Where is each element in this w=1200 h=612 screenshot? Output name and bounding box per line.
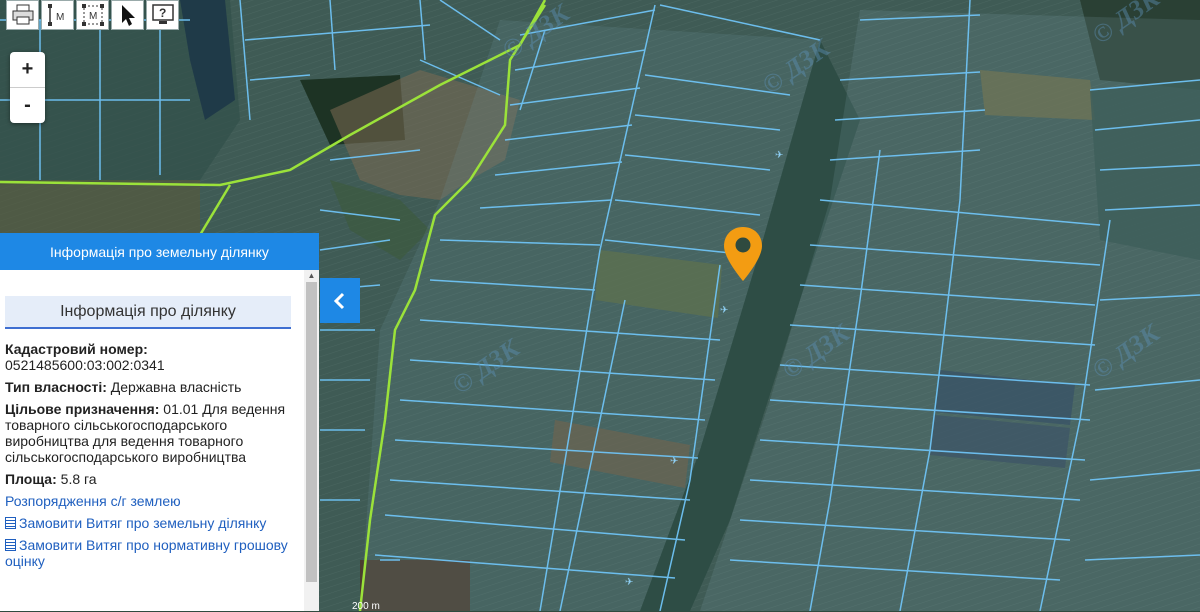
print-button[interactable] — [6, 0, 39, 30]
measure-line-icon: M — [47, 4, 64, 26]
ownership-label: Тип власності: — [5, 379, 107, 395]
scale-label: 200 m — [352, 601, 380, 612]
order-extract-link[interactable]: Замовити Витяг про земельну ділянку — [5, 515, 299, 531]
chevron-left-icon — [333, 292, 345, 309]
zoom-control: + - — [10, 52, 45, 123]
panel-header: Інформація про земельну ділянку — [0, 233, 319, 270]
document-icon — [5, 517, 16, 529]
help-button[interactable]: ? — [146, 0, 179, 30]
zoom-out-button[interactable]: - — [10, 88, 45, 123]
map-toolbar: M M ? — [6, 0, 179, 30]
panel-body: Інформація про ділянку Кадастровий номер… — [0, 270, 304, 611]
document-icon — [5, 539, 16, 551]
ownership-row: Тип власності: Державна власність — [5, 379, 299, 395]
cadastral-value: 0521485600:03:002:0341 — [5, 357, 165, 373]
parcel-details: Кадастровий номер: 0521485600:03:002:034… — [5, 341, 299, 569]
section-title: Інформація про ділянку — [5, 296, 291, 329]
help-icon: ? — [151, 4, 174, 24]
area-value: 5.8 га — [60, 471, 97, 487]
panel-scrollbar[interactable]: ▲ — [304, 270, 319, 611]
pointer-icon — [121, 5, 135, 26]
zoom-in-button[interactable]: + — [10, 52, 45, 88]
svg-text:✈: ✈ — [775, 150, 783, 161]
land-disposal-link[interactable]: Розпорядження с/г землею — [5, 493, 299, 509]
map-pin-icon[interactable] — [722, 225, 764, 283]
area-label: Площа: — [5, 471, 57, 487]
purpose-label: Цільове призначення: — [5, 401, 160, 417]
purpose-row: Цільове призначення: 01.01 Для ведення т… — [5, 401, 299, 465]
printer-icon — [12, 4, 33, 25]
scrollbar-thumb[interactable] — [306, 282, 317, 582]
parcel-info-panel: Інформація про земельну ділянку Інформац… — [0, 233, 319, 611]
measure-area-button[interactable]: M — [76, 0, 109, 30]
ownership-value: Державна власність — [110, 379, 242, 395]
measure-distance-button[interactable]: M — [41, 0, 74, 30]
area-row: Площа: 5.8 га — [5, 471, 299, 487]
svg-text:?: ? — [159, 6, 166, 20]
svg-text:M: M — [89, 11, 97, 22]
scroll-up-icon[interactable]: ▲ — [304, 270, 319, 282]
order-normative-link[interactable]: Замовити Витяг про нормативну грошову оц… — [5, 537, 299, 569]
cadastral-number-row: Кадастровий номер: 0521485600:03:002:034… — [5, 341, 299, 373]
order-extract-label: Замовити Витяг про земельну ділянку — [19, 515, 267, 531]
cadastral-label: Кадастровий номер: — [5, 341, 148, 357]
svg-text:✈: ✈ — [625, 577, 633, 588]
svg-text:✈: ✈ — [670, 456, 678, 467]
svg-text:✈: ✈ — [720, 305, 728, 316]
collapse-panel-button[interactable] — [320, 278, 360, 323]
order-normative-label: Замовити Витяг про нормативну грошову оц… — [5, 537, 288, 569]
pointer-button[interactable] — [111, 0, 144, 30]
measure-area-icon: M — [81, 4, 104, 26]
svg-text:M: M — [56, 12, 64, 23]
